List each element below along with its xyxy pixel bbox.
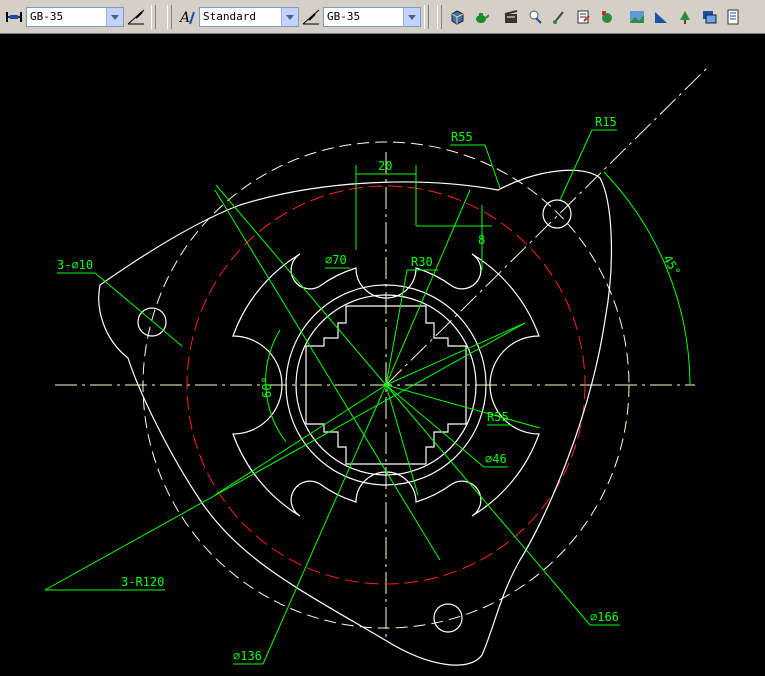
dim-3-r120: 3-R120 xyxy=(121,575,164,589)
chevron-down-icon[interactable] xyxy=(403,8,420,26)
text-style-icon[interactable]: A xyxy=(176,6,198,28)
3d-cube-icon[interactable] xyxy=(446,6,468,28)
dim-dia-136: ⌀136 xyxy=(233,649,262,663)
dim-hole-3x10: 3-⌀10 xyxy=(57,258,93,272)
book-icon[interactable] xyxy=(572,6,594,28)
toolbar-grip[interactable] xyxy=(167,5,172,29)
dim-r55-top: R55 xyxy=(451,130,473,144)
style-toolbar: A Standard GB-35 xyxy=(164,0,432,34)
dim-style-icon[interactable] xyxy=(300,6,322,28)
dim-angle-60: 60° xyxy=(260,376,274,398)
dimstyle-manager-icon[interactable] xyxy=(125,6,147,28)
brush-icon[interactable] xyxy=(548,6,570,28)
toolbar: GB-35 A Standard GB-35 xyxy=(0,0,765,34)
clapper-icon[interactable] xyxy=(500,6,522,28)
dim-dia-166: ⌀166 xyxy=(590,610,619,624)
toolbar-separator xyxy=(151,5,156,29)
landscape-icon[interactable] xyxy=(626,6,648,28)
render-icon[interactable] xyxy=(596,6,618,28)
dim-width-20: 20 xyxy=(378,159,392,173)
dim-depth-8: 8 xyxy=(478,233,485,247)
document-icon[interactable] xyxy=(722,6,744,28)
svg-text:A: A xyxy=(178,10,190,26)
toolbar-grip[interactable] xyxy=(437,5,442,29)
dimension-toolbar: GB-35 xyxy=(2,0,159,34)
dim-dia-46: ⌀46 xyxy=(485,452,507,466)
dim-r55-right: R55 xyxy=(487,410,509,424)
text-style-combo[interactable]: Standard xyxy=(199,7,299,27)
dim-r30: R30 xyxy=(411,255,433,269)
light-icon[interactable] xyxy=(524,6,546,28)
dimension-style-value: GB-35 xyxy=(30,10,64,23)
drawing-canvas[interactable]: 20 8 R55 R15 45° 3-⌀10 ⌀70 R30 60° R55 ⌀… xyxy=(0,34,765,676)
chevron-down-icon[interactable] xyxy=(106,8,123,26)
chevron-down-icon[interactable] xyxy=(281,8,298,26)
tree-icon[interactable] xyxy=(674,6,696,28)
dimension-style-combo[interactable]: GB-35 xyxy=(26,7,124,27)
text-style-value: Standard xyxy=(203,10,256,23)
layers-icon[interactable] xyxy=(698,6,720,28)
dim-dia-70: ⌀70 xyxy=(325,253,347,267)
dim-r15: R15 xyxy=(595,115,617,129)
dimension-style-combo-2[interactable]: GB-35 xyxy=(323,7,421,27)
dimension-style-value-2: GB-35 xyxy=(327,10,361,23)
dimstyle-icon[interactable] xyxy=(3,6,25,28)
teapot-icon[interactable] xyxy=(470,6,492,28)
landscape2-icon[interactable] xyxy=(650,6,672,28)
toolbar-separator xyxy=(424,5,429,29)
render-toolbar xyxy=(434,0,745,34)
